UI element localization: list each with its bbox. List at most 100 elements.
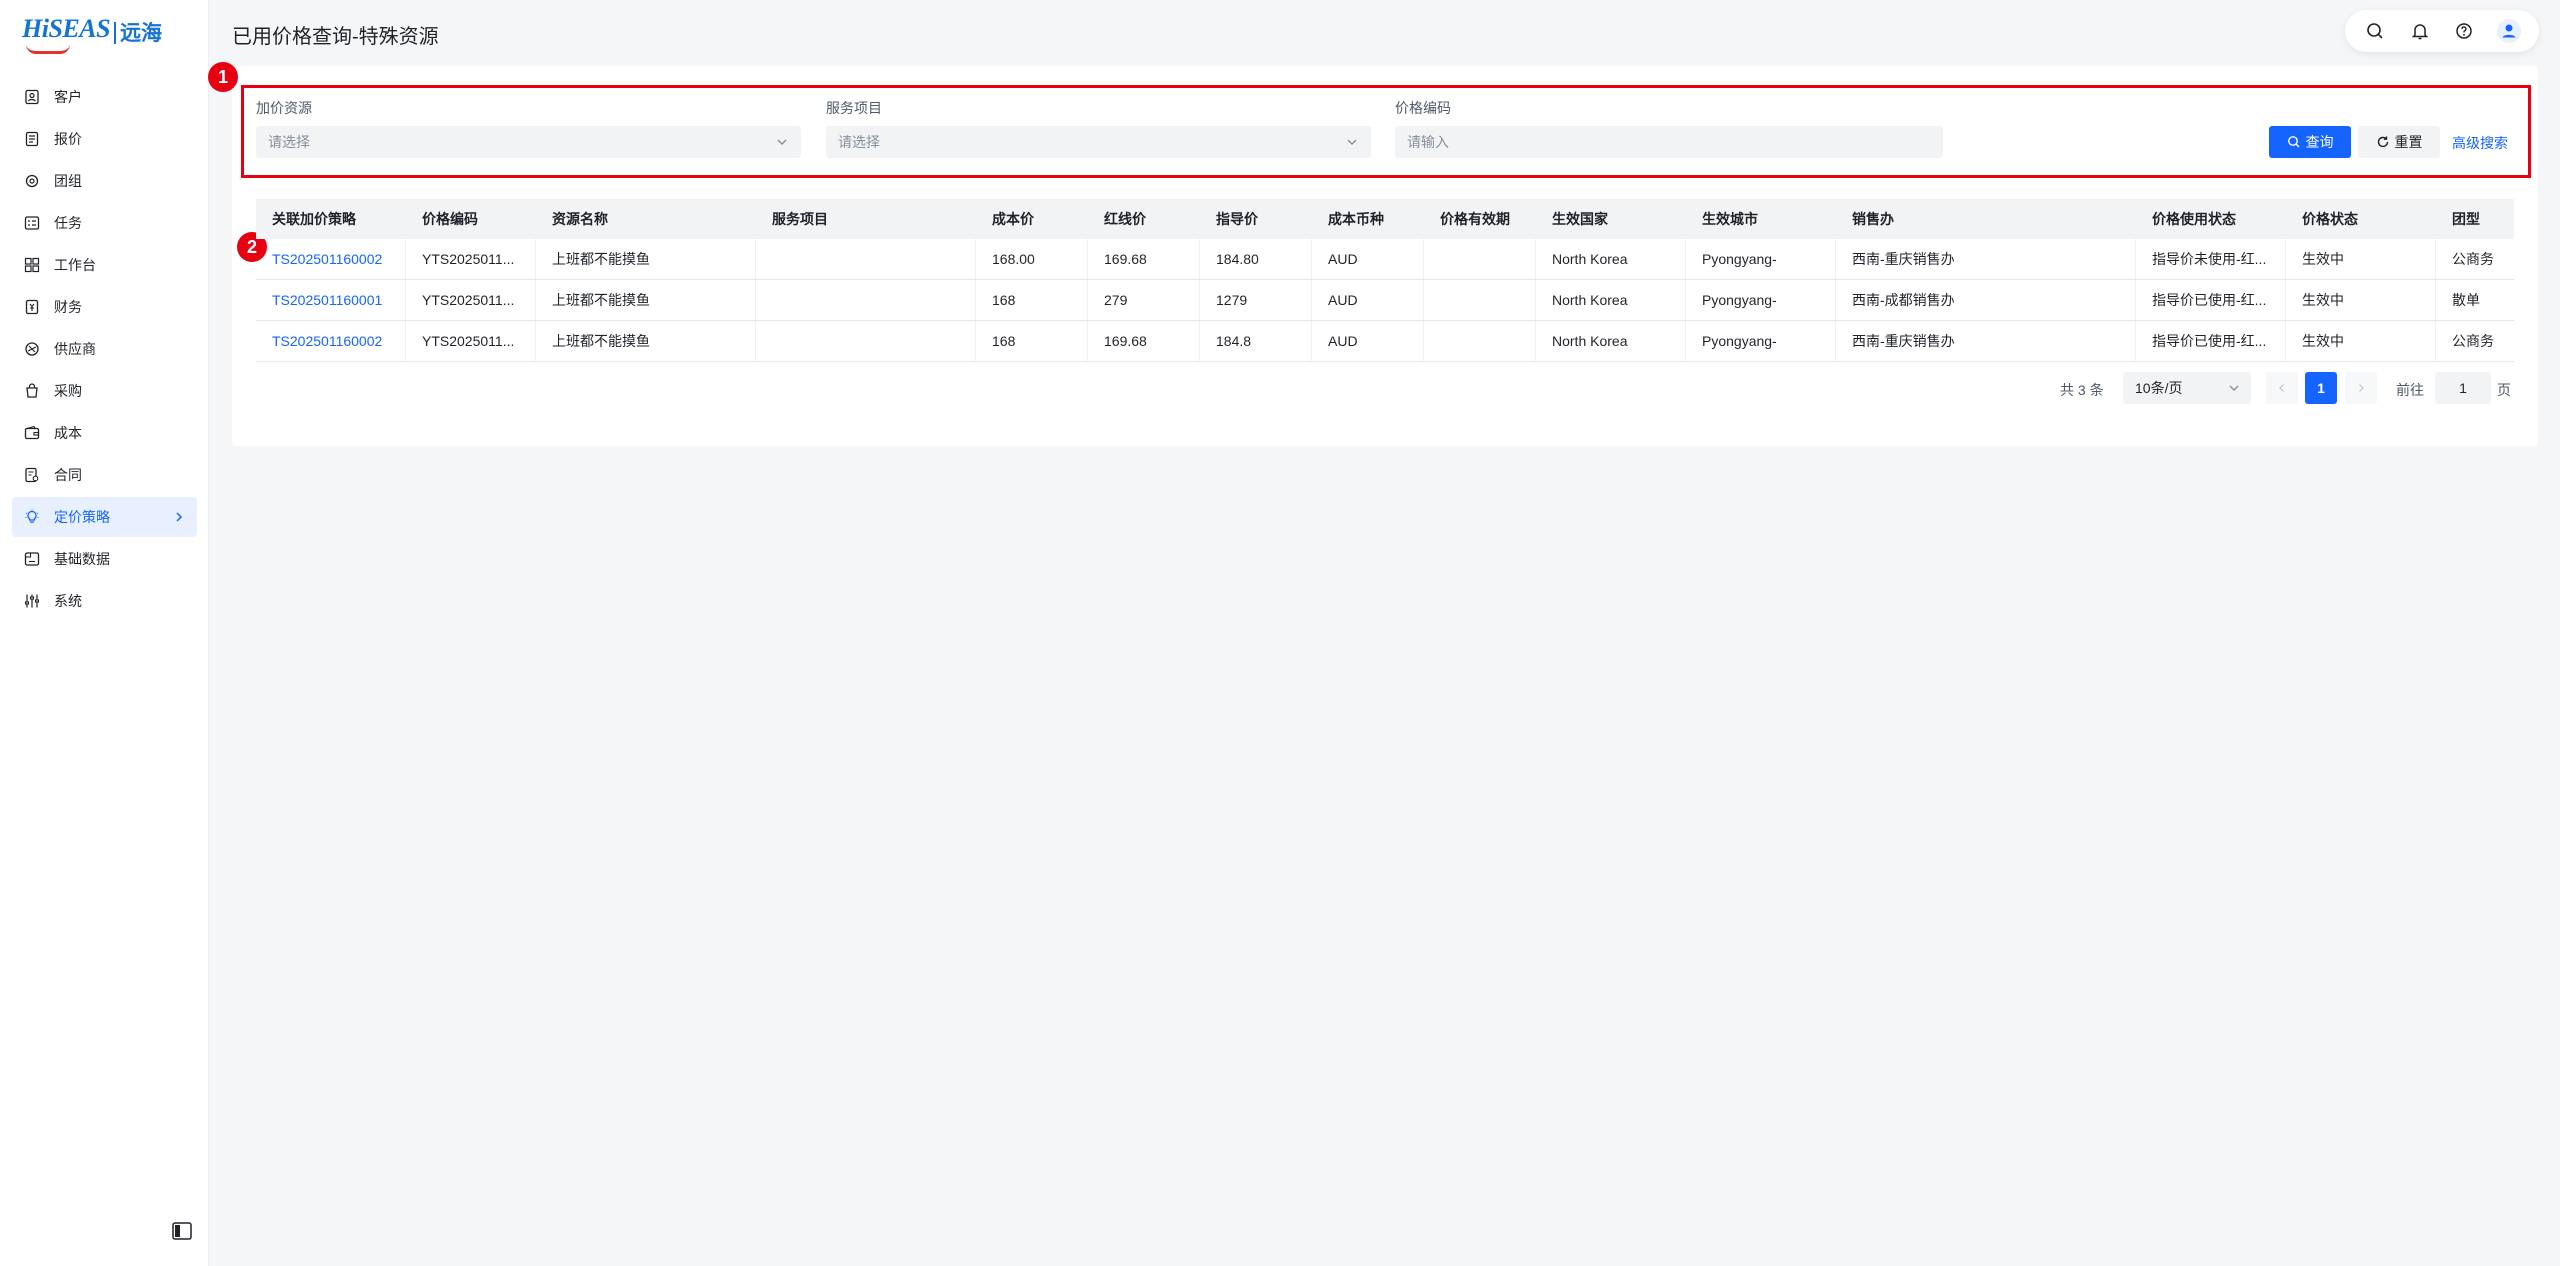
sidebar-item-label: 合同 (54, 467, 82, 483)
chevron-right-icon (2359, 384, 2364, 392)
sidebar-item-pricing[interactable]: 定价策略 (12, 497, 197, 537)
chevron-down-icon (1345, 135, 1359, 149)
supplier-icon (24, 341, 40, 357)
sidebar-item-label: 系统 (54, 593, 82, 609)
next-page-button[interactable] (2345, 372, 2377, 404)
column-header[interactable]: 服务项目 (756, 199, 976, 239)
table-cell (756, 239, 976, 279)
service-filter-label: 服务项目 (826, 100, 882, 116)
code-filter-label: 价格编码 (1395, 100, 1451, 116)
sidebar-item-group[interactable]: 团组 (12, 161, 197, 201)
brand-logo[interactable]: HiSEAS 远海 (22, 14, 162, 54)
sidebar-item-label: 成本 (54, 425, 82, 441)
advanced-search-link[interactable]: 高级搜索 (2452, 133, 2508, 153)
table-cell: 西南-重庆销售办 (1836, 239, 2136, 279)
bell-icon[interactable] (2408, 19, 2432, 43)
sidebar-item-contract[interactable]: 合同 (12, 455, 197, 495)
brand-sub: 远海 (114, 22, 162, 44)
column-header[interactable]: 销售办 (1836, 199, 2136, 239)
column-header[interactable]: 价格使用状态 (2136, 199, 2286, 239)
strategy-link[interactable]: TS202501160002 (256, 321, 406, 361)
sidebar-item-purchase[interactable]: 采购 (12, 371, 197, 411)
sidebar-toggle-icon (172, 1222, 192, 1240)
reset-button[interactable]: 重置 (2358, 126, 2440, 158)
code-input[interactable]: 请输入 (1395, 126, 1943, 158)
page-size-select[interactable]: 10条/页 (2123, 372, 2251, 404)
table-cell: 指导价已使用-红... (2136, 321, 2286, 361)
sidebar-item-label: 定价策略 (54, 509, 110, 525)
search-icon (2287, 136, 2299, 148)
sidebar-item-database[interactable]: 基础数据 (12, 539, 197, 579)
table-cell: AUD (1312, 239, 1424, 279)
search-icon[interactable] (2363, 19, 2387, 43)
table-cell: 168 (976, 280, 1088, 320)
task-icon (24, 215, 40, 231)
table-cell: 184.80 (1200, 239, 1312, 279)
table-cell: Pyongyang- (1686, 280, 1836, 320)
table-cell: AUD (1312, 321, 1424, 361)
sidebar-item-task[interactable]: 任务 (12, 203, 197, 243)
prev-page-button[interactable] (2266, 372, 2298, 404)
sidebar-item-workbench[interactable]: 工作台 (12, 245, 197, 285)
table-cell: 168 (976, 321, 1088, 361)
page-suffix-label: 页 (2497, 382, 2511, 398)
column-header[interactable]: 关联加价策略 (256, 199, 406, 239)
strategy-link[interactable]: TS202501160002 (256, 239, 406, 279)
table-cell (1424, 280, 1536, 320)
pagination-total: 共 3 条 (2060, 382, 2104, 398)
column-header[interactable]: 资源名称 (536, 199, 756, 239)
sidebar-item-label: 工作台 (54, 257, 96, 273)
resource-select[interactable]: 请选择 (256, 126, 801, 158)
table-cell: 上班都不能摸鱼 (536, 239, 756, 279)
strategy-link[interactable]: TS202501160001 (256, 280, 406, 320)
goto-page-input[interactable]: 1 (2435, 372, 2491, 404)
top-actions (2345, 10, 2539, 52)
search-button[interactable]: 查询 (2269, 126, 2351, 158)
sidebar-item-cost[interactable]: 成本 (12, 413, 197, 453)
chevron-down-icon (775, 135, 789, 149)
table-cell: YTS2025011... (406, 321, 536, 361)
help-icon[interactable] (2452, 19, 2476, 43)
sidebar-item-supplier[interactable]: 供应商 (12, 329, 197, 369)
annotation-marker-1: 1 (208, 62, 238, 92)
column-header[interactable]: 价格状态 (2286, 199, 2436, 239)
column-header[interactable]: 价格编码 (406, 199, 536, 239)
column-header[interactable]: 成本价 (976, 199, 1088, 239)
reset-button-label: 重置 (2394, 134, 2423, 150)
table-cell: North Korea (1536, 321, 1686, 361)
column-header[interactable]: 团型 (2436, 199, 2514, 239)
table-cell: 指导价已使用-红... (2136, 280, 2286, 320)
table-cell (756, 321, 976, 361)
resource-select-placeholder: 请选择 (268, 134, 310, 150)
quote-icon (24, 131, 40, 147)
service-select-placeholder: 请选择 (838, 134, 880, 150)
table-cell: 上班都不能摸鱼 (536, 280, 756, 320)
sidebar-item-customer[interactable]: 客户 (12, 77, 197, 117)
page-size-value: 10条/页 (2135, 380, 2183, 396)
sidebar-item-quote[interactable]: 报价 (12, 119, 197, 159)
database-icon (24, 551, 40, 567)
sidebar-item-system[interactable]: 系统 (12, 581, 197, 621)
table-cell: 公商务 (2452, 333, 2494, 349)
column-header[interactable]: 指导价 (1200, 199, 1312, 239)
table-cell: 西南-重庆销售办 (1836, 321, 2136, 361)
table-row: TS202501160001 YTS2025011... 上班都不能摸鱼 168… (256, 280, 2514, 321)
service-select[interactable]: 请选择 (826, 126, 1371, 158)
table-cell: North Korea (1536, 280, 1686, 320)
user-avatar-icon[interactable] (2496, 19, 2521, 43)
sidebar-item-finance[interactable]: 财务 (12, 287, 197, 327)
table-cell: 散单 (2452, 292, 2480, 308)
sidebar-item-label: 供应商 (54, 341, 96, 357)
column-header[interactable]: 价格有效期 (1424, 199, 1536, 239)
cost-icon (24, 425, 40, 441)
table-cell: 生效中 (2286, 280, 2436, 320)
table-row: TS202501160002 YTS2025011... 上班都不能摸鱼 168… (256, 321, 2514, 362)
table-cell: Pyongyang- (1686, 321, 1836, 361)
column-header[interactable]: 红线价 (1088, 199, 1200, 239)
column-header[interactable]: 生效国家 (1536, 199, 1686, 239)
column-header[interactable]: 成本币种 (1312, 199, 1424, 239)
column-header[interactable]: 生效城市 (1686, 199, 1836, 239)
sidebar-item-label: 任务 (54, 215, 82, 231)
page-number-current[interactable]: 1 (2305, 372, 2337, 404)
collapse-sidebar-button[interactable] (172, 1222, 192, 1240)
